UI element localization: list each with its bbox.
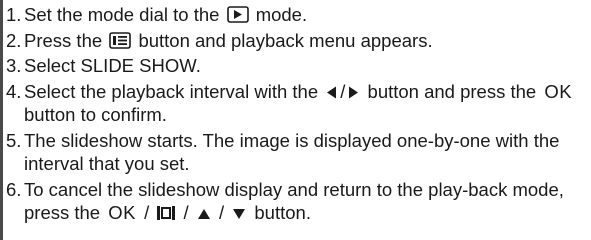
separator: / (218, 202, 225, 223)
step-6: 6. To cancel the slideshow display and r… (6, 178, 588, 225)
step-number: 1. (6, 4, 22, 25)
step-number: 2. (6, 29, 22, 51)
playback-mode-icon (226, 6, 249, 23)
ok-button-label: OK (544, 80, 573, 102)
step-text: Select the playback interval with the (24, 80, 319, 102)
step-3: 3. Select SLIDE SHOW. (6, 54, 588, 78)
step-number: 4. (6, 80, 22, 102)
step-text: Press the (24, 29, 103, 51)
step-number: 3. (6, 55, 22, 76)
display-icon (157, 206, 176, 220)
step-5: 5. The slideshow starts. The image is di… (6, 129, 588, 176)
separator: / (183, 202, 189, 223)
step-1: 1. Set the mode dial to the mode. (6, 3, 588, 27)
step-text: button to confirm. (24, 104, 167, 125)
step-text: The slideshow starts. The image is displ… (24, 129, 560, 175)
up-arrow-icon (197, 209, 210, 219)
step-text: button and press the (367, 80, 537, 102)
menu-icon (109, 31, 132, 49)
left-arrow-icon (327, 86, 337, 98)
down-arrow-icon (233, 209, 246, 219)
steps-list: 1. Set the mode dial to the mode. 2. Pre… (6, 3, 588, 227)
step-text: button and playback menu appears. (138, 29, 433, 51)
step-text: button. (254, 202, 311, 223)
step-4: 4. Select the playback interval with the… (6, 80, 588, 127)
step-text: Set the mode dial to the (24, 4, 220, 25)
ok-button-label: OK (108, 202, 136, 223)
separator: / (340, 80, 346, 102)
step-2: 2. Press the button and playback menu ap… (6, 29, 588, 53)
separator: / (144, 202, 150, 223)
page-edge-bar (0, 0, 3, 240)
step-number: 5. (6, 129, 22, 151)
step-text: mode. (255, 4, 308, 25)
right-arrow-icon (349, 86, 359, 98)
step-number: 6. (6, 178, 22, 200)
step-text: Select SLIDE SHOW. (24, 55, 201, 76)
